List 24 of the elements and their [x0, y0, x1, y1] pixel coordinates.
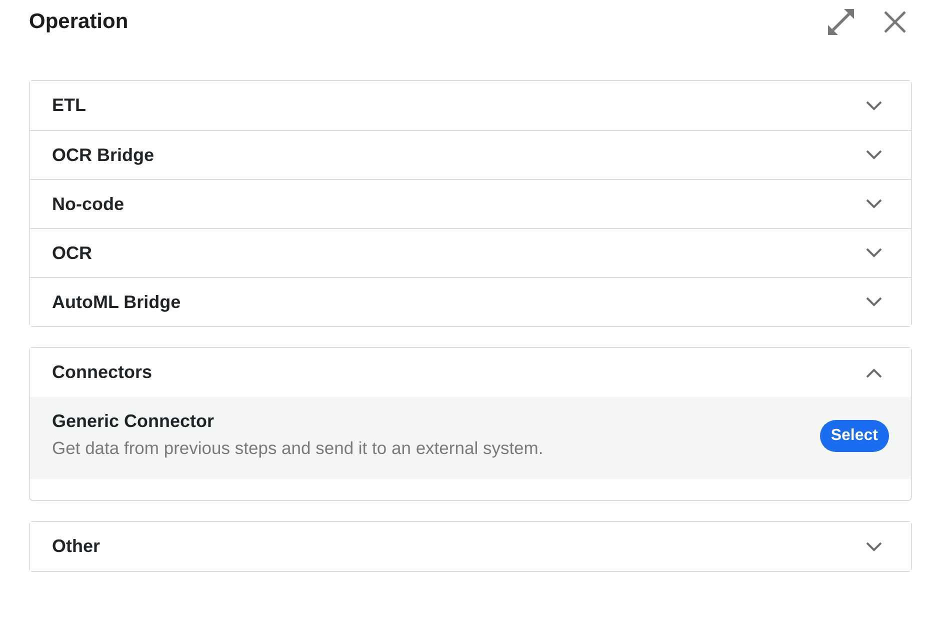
accordion-label: Connectors: [52, 362, 154, 383]
chevron-down-icon: [866, 150, 882, 160]
accordion-label: OCR Bridge: [52, 144, 156, 166]
accordion-label: Other: [52, 536, 102, 557]
accordion-header[interactable]: AutoML Bridge: [30, 277, 911, 326]
accordion-label: ETL: [52, 95, 87, 116]
chevron-down-icon: [866, 297, 882, 307]
chevron-down-icon: [866, 542, 882, 552]
item-title: Generic Connector: [52, 411, 216, 432]
close-button[interactable]: [884, 11, 906, 33]
accordion-label: OCR: [52, 242, 93, 264]
panel-title: Operation: [29, 10, 130, 34]
chevron-down-icon: [866, 199, 882, 209]
close-icon: [884, 11, 906, 33]
accordion-header[interactable]: Other: [30, 522, 911, 571]
expand-button[interactable]: [827, 8, 855, 36]
accordion-label: AutoML Bridge: [52, 292, 182, 312]
expand-icon: [827, 8, 855, 36]
chevron-down-icon: [866, 100, 882, 110]
accordion-label: No-code: [52, 194, 125, 214]
chevron-up-icon: [866, 368, 882, 378]
item-description: Get data from previous steps and send it to an external system.: [52, 438, 544, 459]
select-button[interactable]: Select: [820, 420, 889, 452]
chevron-down-icon: [866, 248, 882, 258]
